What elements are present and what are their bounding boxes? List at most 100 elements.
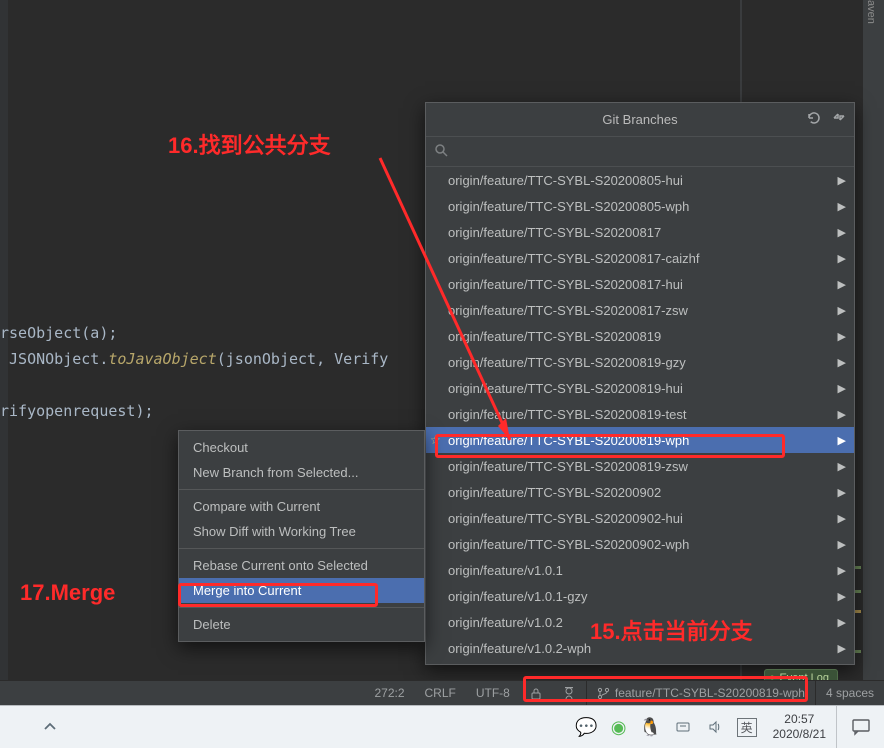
system-tray: 💬 ◉ 🐧 英 (571, 717, 763, 737)
branch-label: origin/feature/TTC-SYBL-S20200805-wph (448, 199, 689, 214)
status-caret-position[interactable]: 272:2 (364, 681, 414, 705)
action-center-icon[interactable] (836, 706, 884, 748)
right-tool-stripe[interactable]: aven (862, 0, 884, 705)
branch-label: origin/feature/TTC-SYBL-S20200902-hui (448, 511, 683, 526)
editor-code: rseObject(a); JSONObject.toJavaObject(js… (0, 320, 388, 424)
popup-title: Git Branches (602, 112, 677, 127)
branch-item[interactable]: origin/feature/v1.0.1-gzy▶ (426, 583, 854, 609)
taskbar-time: 20:57 (773, 712, 826, 727)
branch-label: origin/feature/TTC-SYBL-S20200819-zsw (448, 459, 688, 474)
submenu-arrow-icon: ▶ (838, 408, 846, 421)
branch-label: origin/feature/TTC-SYBL-S20200819-test (448, 407, 686, 422)
branch-item[interactable]: origin/feature/TTC-SYBL-S20200902 ▶ (426, 479, 854, 505)
branch-item[interactable]: origin/feature/v1.0.2 ▶ (426, 609, 854, 635)
menu-item[interactable]: Checkout (179, 435, 424, 460)
tray-network-icon[interactable] (673, 717, 693, 737)
submenu-arrow-icon: ▶ (838, 252, 846, 265)
branch-label: origin/feature/v1.0.2 (448, 615, 563, 630)
branch-item[interactable]: origin/feature/TTC-SYBL-S20200817-hui ▶ (426, 271, 854, 297)
submenu-arrow-icon: ▶ (838, 304, 846, 317)
taskbar-clock[interactable]: 20:57 2020/8/21 (763, 712, 836, 742)
right-tool-maven[interactable]: aven (865, 0, 877, 24)
branch-label: origin/feature/TTC-SYBL-S20200805-hui (448, 173, 683, 188)
menu-separator (179, 548, 424, 549)
branch-item[interactable]: origin/feature/TTC-SYBL-S20200902-hui▶ (426, 505, 854, 531)
branch-label: origin/feature/TTC-SYBL-S20200817-hui (448, 277, 683, 292)
branch-label: origin/feature/TTC-SYBL-S20200902 (448, 485, 661, 500)
menu-item[interactable]: New Branch from Selected... (179, 460, 424, 485)
git-branches-popup: Git Branches origin/feature/TTC-SYBL-S20… (425, 102, 855, 665)
branch-item[interactable]: origin/feature/TTC-SYBL-S20200805-hui ▶ (426, 167, 854, 193)
status-indent[interactable]: 4 spaces (815, 681, 884, 705)
submenu-arrow-icon: ▶ (838, 226, 846, 239)
branch-label: origin/feature/TTC-SYBL-S20200817-zsw (448, 303, 688, 318)
branch-item[interactable]: origin/feature/TTC-SYBL-S20200819-gzy ▶ (426, 349, 854, 375)
submenu-arrow-icon: ▶ (838, 174, 846, 187)
submenu-arrow-icon: ▶ (838, 356, 846, 369)
popup-header: Git Branches (426, 103, 854, 137)
submenu-arrow-icon: ▶ (838, 590, 846, 603)
status-encoding[interactable]: UTF-8 (466, 681, 520, 705)
branch-item[interactable]: ☆origin/feature/TTC-SYBL-S20200819-wph▶ (426, 427, 854, 453)
branch-label: origin/feature/TTC-SYBL-S20200902-wph (448, 537, 689, 552)
branch-item[interactable]: origin/feature/TTC-SYBL-S20200819-zsw ▶ (426, 453, 854, 479)
menu-separator (179, 489, 424, 490)
branch-item[interactable]: origin/feature/TTC-SYBL-S20200817-zsw ▶ (426, 297, 854, 323)
tray-ime[interactable]: 英 (737, 718, 757, 737)
refresh-icon[interactable] (806, 110, 822, 131)
menu-item[interactable]: Rebase Current onto Selected (179, 553, 424, 578)
tray-up-icon[interactable] (40, 717, 60, 737)
submenu-arrow-icon: ▶ (838, 642, 846, 655)
windows-taskbar: 💬 ◉ 🐧 英 20:57 2020/8/21 (0, 705, 884, 748)
menu-item[interactable]: Merge into Current (179, 578, 424, 603)
submenu-arrow-icon: ▶ (838, 460, 846, 473)
star-icon: ☆ (430, 433, 441, 447)
branch-item[interactable]: origin/feature/TTC-SYBL-S20200817 ▶ (426, 219, 854, 245)
branch-label: origin/feature/TTC-SYBL-S20200817-caizhf (448, 251, 699, 266)
branch-label: origin/feature/TTC-SYBL-S20200819 (448, 329, 661, 344)
status-line-separator[interactable]: CRLF (415, 681, 466, 705)
branch-label: origin/feature/TTC-SYBL-S20200817 (448, 225, 661, 240)
submenu-arrow-icon: ▶ (838, 486, 846, 499)
submenu-arrow-icon: ▶ (838, 564, 846, 577)
status-branch-name: feature/TTC-SYBL-S20200819-wph (615, 686, 805, 700)
submenu-arrow-icon: ▶ (838, 538, 846, 551)
submenu-arrow-icon: ▶ (838, 200, 846, 213)
branch-item[interactable]: origin/feature/TTC-SYBL-S20200805-wph ▶ (426, 193, 854, 219)
branch-item[interactable]: origin/feature/TTC-SYBL-S20200819 ▶ (426, 323, 854, 349)
collapse-icon[interactable] (832, 110, 846, 131)
menu-separator (179, 607, 424, 608)
branch-context-menu: CheckoutNew Branch from Selected... Compa… (178, 430, 425, 642)
menu-item[interactable]: Delete (179, 612, 424, 637)
tray-chat-icon[interactable]: 💬 (577, 717, 597, 737)
branch-search-row (426, 137, 854, 167)
branch-item[interactable]: origin/feature/v1.0.1 ▶ (426, 557, 854, 583)
tray-volume-icon[interactable] (705, 717, 725, 737)
status-lock-icon[interactable] (520, 681, 552, 705)
branch-label: origin/feature/TTC-SYBL-S20200819-gzy (448, 355, 686, 370)
submenu-arrow-icon: ▶ (838, 278, 846, 291)
submenu-arrow-icon: ▶ (838, 434, 846, 447)
submenu-arrow-icon: ▶ (838, 616, 846, 629)
submenu-arrow-icon: ▶ (838, 330, 846, 343)
search-icon (434, 143, 448, 160)
taskbar-date: 2020/8/21 (773, 727, 826, 742)
branch-search-input[interactable] (454, 144, 846, 159)
ide-status-bar: 272:2 CRLF UTF-8 feature/TTC-SYBL-S20200… (0, 680, 884, 705)
submenu-arrow-icon: ▶ (838, 382, 846, 395)
branch-item[interactable]: origin/feature/TTC-SYBL-S20200819-test ▶ (426, 401, 854, 427)
branch-item[interactable]: origin/feature/TTC-SYBL-S20200817-caizhf… (426, 245, 854, 271)
branch-item[interactable]: origin/feature/TTC-SYBL-S20200902-wph ▶ (426, 531, 854, 557)
branch-label: origin/feature/v1.0.2-wph (448, 641, 591, 656)
tray-qq-icon[interactable]: 🐧 (641, 717, 661, 737)
branch-label: origin/feature/TTC-SYBL-S20200819-hui (448, 381, 683, 396)
status-git-branch[interactable]: feature/TTC-SYBL-S20200819-wph (586, 681, 815, 705)
branch-label: origin/feature/v1.0.1 (448, 563, 563, 578)
tray-wechat-icon[interactable]: ◉ (609, 717, 629, 737)
branch-item[interactable]: origin/feature/v1.0.2-wph ▶ (426, 635, 854, 661)
menu-item[interactable]: Show Diff with Working Tree (179, 519, 424, 544)
status-inspector-icon[interactable] (552, 681, 586, 705)
branches-list[interactable]: origin/feature/TTC-SYBL-S20200805-hui▶or… (426, 167, 854, 664)
menu-item[interactable]: Compare with Current (179, 494, 424, 519)
branch-item[interactable]: origin/feature/TTC-SYBL-S20200819-hui ▶ (426, 375, 854, 401)
